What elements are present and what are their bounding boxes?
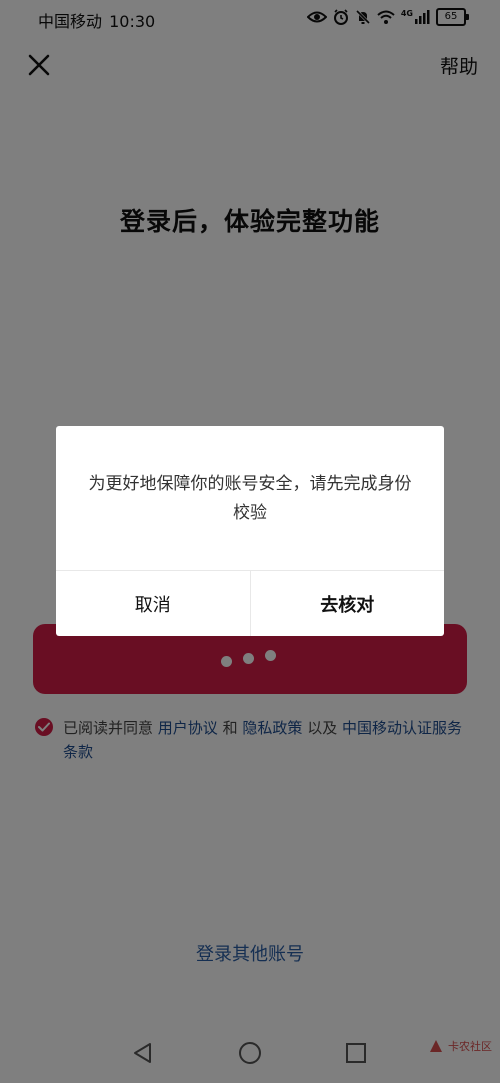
login-screen: 中国移动 10:30 [0, 0, 500, 1083]
dialog-cancel-button[interactable]: 取消 [56, 571, 250, 636]
dialog-confirm-button[interactable]: 去核对 [249, 571, 445, 636]
dialog-message: 为更好地保障你的账号安全，请先完成身份校验 [88, 474, 412, 523]
verification-dialog: 为更好地保障你的账号安全，请先完成身份校验 取消 去核对 [56, 426, 444, 636]
dialog-buttons: 取消 去核对 [56, 570, 444, 636]
